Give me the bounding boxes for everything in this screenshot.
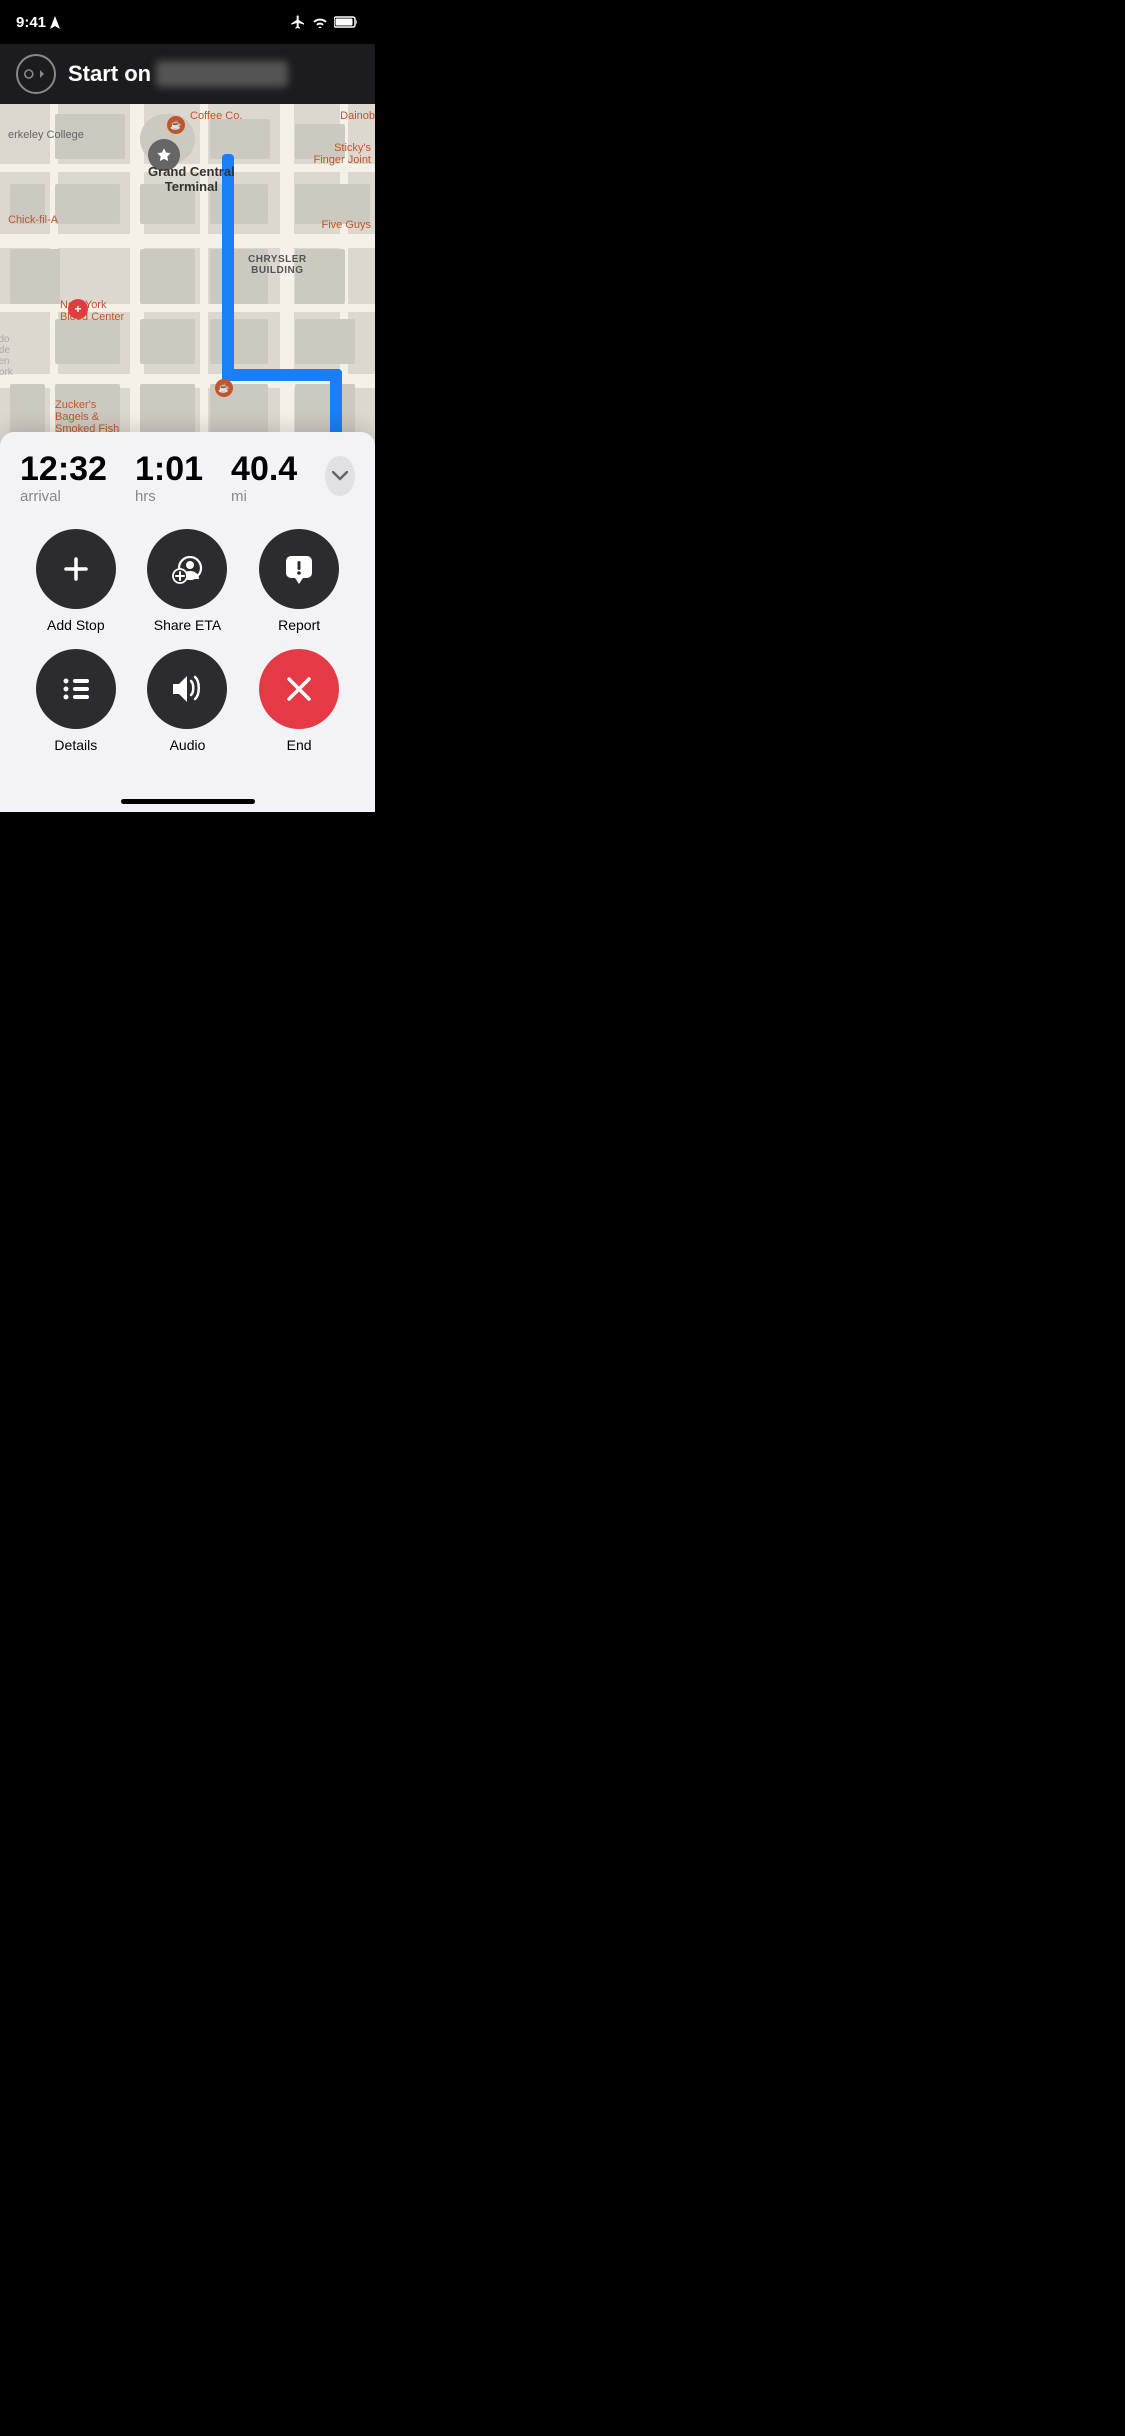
plus-icon [60, 553, 92, 585]
share-eta-button[interactable] [147, 529, 227, 609]
map-label-zuckers: Zucker'sBagels &Smoked Fish [55, 399, 119, 435]
map-label-fiveguys: Five Guys [321, 219, 371, 231]
route-segment-h [222, 369, 342, 381]
block-chrysler [140, 249, 195, 304]
block-6 [55, 184, 120, 224]
list-icon [60, 675, 92, 703]
action-buttons: Add Stop Share ETA [0, 505, 375, 753]
report-icon [282, 552, 316, 586]
end-container: End [259, 649, 339, 753]
distance-label: mi [231, 488, 247, 505]
duration: 1:01 hrs [135, 452, 203, 505]
block-13 [55, 319, 120, 364]
x-icon [284, 674, 314, 704]
chevron-down-icon [332, 471, 348, 481]
time-display: 9:41 [16, 14, 46, 31]
block-9 [295, 184, 370, 224]
nav-banner: Start on ██████ Pl [0, 44, 375, 104]
duration-label: hrs [135, 488, 156, 505]
details-button[interactable] [36, 649, 116, 729]
report-container: Report [259, 529, 339, 633]
distance: 40.4 mi [231, 452, 297, 505]
block-10 [10, 249, 60, 304]
speaker-icon [169, 673, 205, 705]
coffee-icon-2: ☕ [215, 379, 233, 397]
arrival-time-value: 12:32 [20, 452, 107, 486]
map-label-berkeley: erkeley College [8, 129, 84, 141]
coffee-icon-1: ☕ [167, 116, 185, 134]
audio-button[interactable] [147, 649, 227, 729]
nav-instruction: Start on ██████ Pl [68, 61, 288, 87]
share-eta-icon [168, 550, 206, 588]
add-stop-button[interactable] [36, 529, 116, 609]
map-label-left1: uladoral deco ena York [0, 334, 13, 378]
status-time: 9:41 [16, 14, 60, 31]
block-17 [10, 384, 45, 434]
buttons-row-1: Add Stop Share ETA [20, 529, 355, 633]
share-eta-label: Share ETA [154, 617, 221, 633]
block-15 [210, 319, 268, 364]
status-icons [290, 14, 359, 30]
buttons-row-2: Details Audio [20, 649, 355, 753]
nav-street-blurred: ██████ Pl [156, 61, 289, 87]
map-label-chrysler: CHRYSLERBUILDING [248, 254, 307, 276]
map-label-coffee: Coffee Co. [190, 110, 242, 122]
map-label-blood-center: New YorkBlood Center [60, 299, 124, 323]
map-label-stickys: Sticky'sFinger Joint [314, 142, 371, 166]
arrival-time: 12:32 arrival [20, 452, 107, 505]
share-eta-container: Share ETA [147, 529, 227, 633]
bottom-sheet: 12:32 arrival 1:01 hrs 40.4 mi [0, 432, 375, 812]
distance-value: 40.4 [231, 452, 297, 486]
map-label-grand-central: Grand CentralTerminal [148, 164, 235, 194]
map-label-dainob: Dainob [340, 110, 375, 122]
airplane-icon [290, 14, 306, 30]
add-stop-label: Add Stop [47, 617, 105, 633]
status-bar: 9:41 [0, 0, 375, 44]
block-14 [140, 319, 195, 364]
audio-label: Audio [170, 737, 206, 753]
details-container: Details [36, 649, 116, 753]
audio-container: Audio [147, 649, 227, 753]
report-button[interactable] [259, 529, 339, 609]
end-label: End [287, 737, 312, 753]
home-indicator [121, 799, 255, 804]
map-label-chickfila: Chick-fil-A [8, 214, 58, 226]
block-16 [295, 319, 355, 364]
location-icon [50, 16, 60, 29]
block-3 [210, 119, 270, 159]
block-19 [140, 384, 195, 434]
nav-direction-icon [16, 54, 56, 94]
details-label: Details [54, 737, 97, 753]
report-label: Report [278, 617, 320, 633]
wifi-icon [312, 16, 328, 28]
battery-icon [334, 16, 359, 28]
collapse-button[interactable] [325, 456, 355, 496]
eta-row: 12:32 arrival 1:01 hrs 40.4 mi [0, 432, 375, 505]
end-button[interactable] [259, 649, 339, 729]
duration-value: 1:01 [135, 452, 203, 486]
arrival-label: arrival [20, 488, 61, 505]
add-stop-container: Add Stop [36, 529, 116, 633]
block-21 [295, 384, 355, 434]
